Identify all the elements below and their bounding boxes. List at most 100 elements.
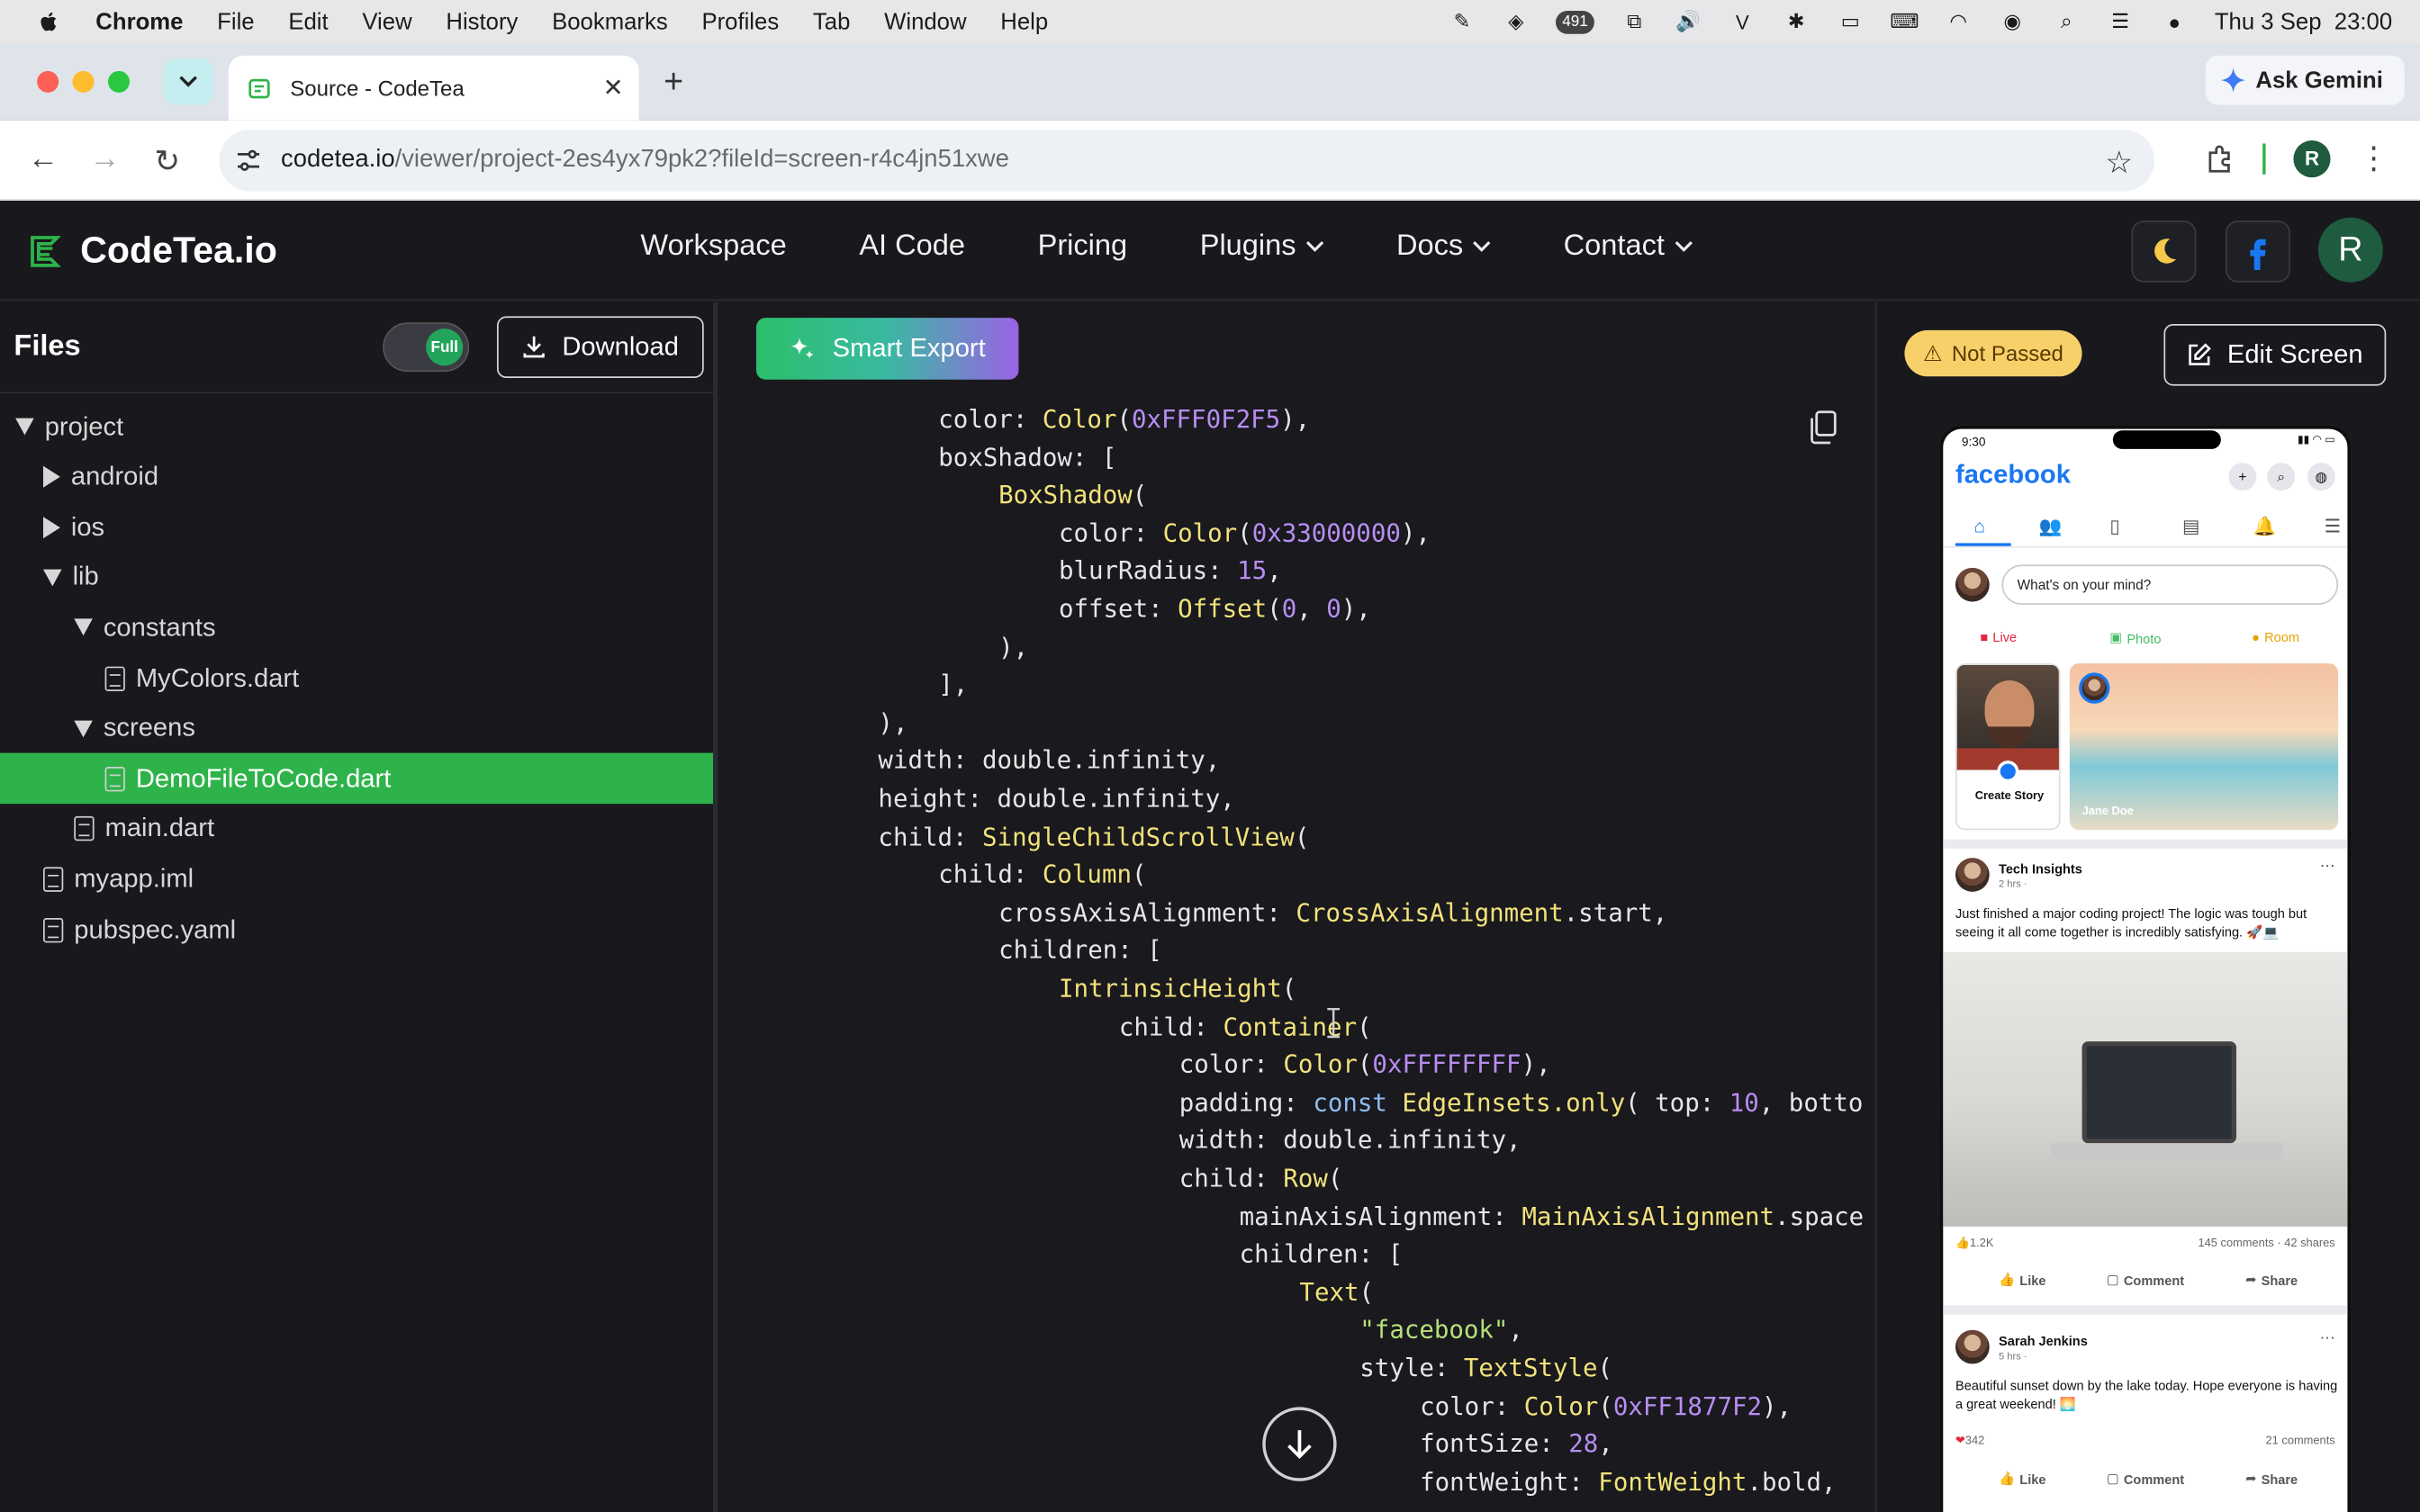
post-like-button[interactable]: 👍 Like — [1999, 1471, 2045, 1488]
post-comment-button[interactable]: ▢ Comment — [2107, 1471, 2184, 1488]
post-more-icon[interactable]: ··· — [2320, 1330, 2335, 1347]
tree-file[interactable]: DemoFileToCode.dart — [0, 752, 713, 805]
tree-file[interactable]: pubspec.yaml — [0, 904, 713, 956]
code-token: .start, — [1563, 897, 1668, 927]
fb-video-icon[interactable]: ▯ — [2109, 516, 2119, 537]
copy-icon[interactable] — [1807, 410, 1838, 445]
fb-home-icon[interactable]: ⌂ — [1974, 516, 1985, 537]
fb-menu-icon[interactable]: ☰ — [2325, 516, 2341, 537]
facebook-link-button[interactable] — [2226, 220, 2290, 283]
post-like-button[interactable]: 👍 Like — [1999, 1272, 2045, 1289]
extensions-puzzle-icon[interactable] — [2204, 143, 2235, 174]
tree-file[interactable]: main.dart — [0, 804, 713, 855]
site-settings-icon[interactable] — [235, 147, 263, 175]
window-close-button[interactable] — [37, 70, 59, 93]
quick-action-live[interactable]: ■ Live — [1980, 629, 2017, 644]
dark-mode-toggle[interactable] — [2131, 220, 2197, 283]
nav-contact[interactable]: Contact — [1564, 230, 1693, 264]
codetea-logo-icon — [31, 236, 61, 267]
smart-export-button[interactable]: Smart Export — [756, 318, 1019, 380]
scroll-to-bottom-button[interactable] — [1262, 1407, 1337, 1481]
battery-icon[interactable]: ▭ — [1837, 9, 1865, 32]
tree-file[interactable]: myapp.iml — [0, 854, 713, 905]
user-icon[interactable]: ◉ — [1999, 9, 2027, 32]
tree-folder[interactable]: lib — [0, 552, 713, 603]
bluetooth-icon[interactable]: ✱ — [1783, 9, 1810, 32]
new-tab-button[interactable]: + — [664, 62, 683, 103]
nav-ai-code[interactable]: AI Code — [859, 230, 965, 264]
wifi-icon[interactable]: ◠ — [1945, 9, 1973, 32]
code-token: ), — [1761, 1390, 1792, 1421]
menu-window[interactable]: Window — [884, 8, 966, 34]
caret-right-icon — [43, 465, 60, 488]
tree-folder[interactable]: screens — [0, 703, 713, 754]
tab-close-icon[interactable]: ✕ — [603, 73, 624, 104]
forward-arrow-icon[interactable]: → — [89, 142, 120, 177]
menu-app-name[interactable]: Chrome — [95, 8, 183, 34]
menu-history[interactable]: History — [446, 8, 518, 34]
menu-help[interactable]: Help — [1000, 8, 1048, 34]
file-icon — [43, 867, 64, 892]
window-minimize-button[interactable] — [72, 70, 95, 93]
post-share-button[interactable]: ➦ Share — [2245, 1272, 2298, 1289]
bookmark-star-icon[interactable]: ☆ — [2105, 143, 2133, 182]
profile-avatar[interactable]: R — [2293, 140, 2331, 177]
download-button[interactable]: Download — [497, 316, 704, 378]
tree-folder[interactable]: android — [0, 452, 713, 503]
create-story-card[interactable]: Create Story — [1955, 663, 2061, 831]
tree-folder[interactable]: project — [0, 401, 713, 453]
keyboard-icon[interactable]: ⌨ — [1890, 9, 1919, 32]
edit-screen-button[interactable]: Edit Screen — [2163, 324, 2387, 386]
address-bar[interactable]: codetea.io/viewer/project-2es4yx79pk2?fi… — [219, 130, 2155, 192]
menu-edit[interactable]: Edit — [288, 8, 328, 34]
quick-action-photo[interactable]: ▣ Photo — [2109, 629, 2161, 646]
figma-icon[interactable]: ◈ — [1502, 9, 1530, 32]
reload-icon[interactable]: ↻ — [154, 142, 180, 181]
apple-icon[interactable] — [37, 9, 61, 33]
codetea-logo[interactable]: CodeTea.io — [28, 230, 277, 273]
screen-share-icon[interactable]: ⧉ — [1621, 9, 1648, 32]
fb-search-icon[interactable]: ⌕ — [2267, 463, 2296, 491]
siri-icon[interactable]: ● — [2161, 10, 2189, 33]
tab-search-button[interactable] — [163, 58, 213, 105]
nav-workspace[interactable]: Workspace — [640, 230, 786, 264]
control-center-icon[interactable]: ☰ — [2107, 9, 2135, 32]
fb-bell-icon[interactable]: 🔔 — [2253, 516, 2277, 537]
post-author[interactable]: Sarah Jenkins — [1999, 1333, 2088, 1348]
window-zoom-button[interactable] — [108, 70, 130, 93]
menu-bookmarks[interactable]: Bookmarks — [552, 8, 668, 34]
story-card-jane[interactable]: Jane Doe — [2069, 663, 2339, 831]
nav-plugins[interactable]: Plugins — [1200, 230, 1324, 264]
back-arrow-icon[interactable]: ← — [28, 142, 59, 177]
notification-count-badge[interactable]: 491 — [1556, 10, 1594, 33]
menu-profiles[interactable]: Profiles — [701, 8, 779, 34]
nav-docs[interactable]: Docs — [1396, 230, 1491, 264]
post-author[interactable]: Tech Insights — [1999, 861, 2082, 877]
chrome-menu-icon[interactable]: ⋮ — [2358, 139, 2388, 177]
fb-add-icon[interactable]: + — [2228, 463, 2257, 491]
ask-gemini-button[interactable]: Ask Gemini — [2206, 55, 2405, 105]
full-view-toggle[interactable]: Full — [383, 322, 470, 373]
nav-pricing[interactable]: Pricing — [1038, 230, 1128, 264]
fb-marketplace-icon[interactable]: ▤ — [2182, 516, 2199, 537]
spotlight-search-icon[interactable]: ⌕ — [2053, 9, 2081, 32]
user-avatar[interactable]: R — [2317, 217, 2383, 283]
pen-icon[interactable]: ✎ — [1448, 9, 1476, 32]
vpn-icon[interactable]: V — [1729, 10, 1756, 33]
post-share-button[interactable]: ➦ Share — [2245, 1471, 2298, 1488]
fb-friends-icon[interactable]: 👥 — [2039, 516, 2063, 537]
fb-messenger-icon[interactable]: ◍ — [2307, 463, 2335, 491]
composer-input[interactable]: What's on your mind? — [2001, 564, 2339, 605]
menubar-clock[interactable]: Thu 3 Sep 23:00 — [2215, 8, 2392, 34]
tree-file[interactable]: MyColors.dart — [0, 652, 713, 704]
menu-view[interactable]: View — [362, 8, 411, 34]
post-comment-button[interactable]: ▢ Comment — [2107, 1272, 2184, 1289]
menu-file[interactable]: File — [217, 8, 254, 34]
quick-action-room[interactable]: ● Room — [2252, 629, 2299, 644]
menu-tab[interactable]: Tab — [813, 8, 850, 34]
volume-icon[interactable]: 🔊 — [1675, 9, 1702, 32]
tree-folder[interactable]: constants — [0, 602, 713, 653]
tree-folder[interactable]: ios — [0, 501, 713, 553]
post-more-icon[interactable]: ··· — [2320, 858, 2335, 875]
browser-tab-active[interactable]: Source - CodeTea ✕ — [228, 55, 639, 121]
